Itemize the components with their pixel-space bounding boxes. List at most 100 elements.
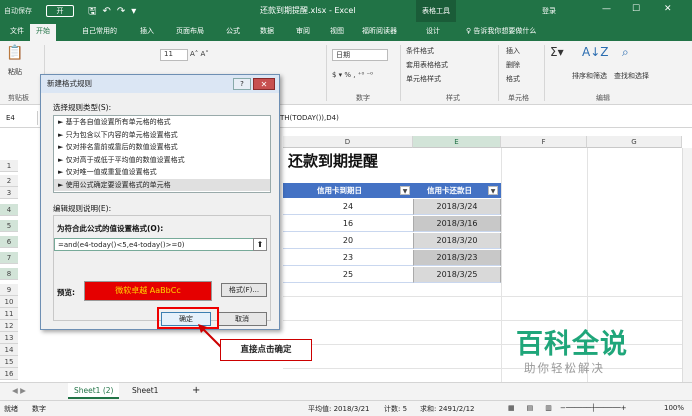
list-item[interactable]: ► 仅对唯一值或重复值设置格式 — [54, 166, 270, 179]
tab-file[interactable]: 文件 — [10, 26, 24, 36]
filter-dropdown-icon[interactable]: ▼ — [488, 186, 498, 195]
vertical-scrollbar[interactable] — [682, 148, 692, 382]
row-header[interactable]: 7 — [0, 252, 18, 264]
row-header[interactable]: 8 — [0, 268, 18, 280]
row-header[interactable]: 4 — [0, 204, 18, 216]
find-select-button[interactable]: 查找和选择 — [614, 71, 649, 81]
column-header-d[interactable]: D — [283, 136, 413, 148]
row-header[interactable]: 3 — [0, 187, 18, 199]
tab-custom[interactable]: 自己常用的 — [82, 26, 117, 36]
format-cells-button[interactable]: 格式 — [506, 74, 520, 84]
list-item[interactable]: ► 基于各自值设置所有单元格的格式 — [54, 116, 270, 129]
font-size-select[interactable]: 11 — [160, 49, 188, 61]
delete-cells-button[interactable]: 删除 — [506, 60, 520, 70]
cell-styles-button[interactable]: 单元格样式 — [406, 74, 441, 84]
tab-formulas[interactable]: 公式 — [226, 26, 240, 36]
quick-access-toolbar[interactable]: 🖫↶↷▾ — [88, 4, 142, 21]
rule-type-label: 选择规则类型(S): — [53, 103, 112, 112]
tab-data[interactable]: 数据 — [260, 26, 274, 36]
column-header-f[interactable]: F — [501, 136, 587, 148]
column-header-g[interactable]: G — [587, 136, 682, 148]
preview-label: 预览: — [57, 288, 75, 297]
table-cell[interactable]: 16 — [283, 216, 413, 232]
font-grow-icon[interactable]: A˄ A˅ — [190, 50, 209, 58]
sheet-tab-sheet1-2[interactable]: Sheet1 (2) — [68, 383, 120, 399]
zoom-slider[interactable]: −──────┼──────+ — [560, 404, 627, 412]
collapse-dialog-icon[interactable]: ⬆ — [253, 238, 267, 251]
list-item[interactable]: ► 只为包含以下内容的单元格设置格式 — [54, 129, 270, 142]
row-header[interactable]: 1 — [0, 160, 18, 172]
column-header-e[interactable]: E — [413, 136, 501, 148]
help-button[interactable]: ? — [233, 78, 251, 90]
dialog-close-button[interactable]: ✕ — [253, 78, 275, 90]
sort-filter-icon[interactable]: A↓Z — [582, 45, 608, 59]
maximize-icon[interactable]: ☐ — [632, 4, 640, 14]
view-mode-icons[interactable]: ▦▤▥ — [508, 404, 564, 412]
formula-field[interactable]: =and(e4-today()<5,e4-today()>=0) — [54, 238, 254, 251]
paste-icon[interactable]: 📋 — [6, 45, 23, 61]
tab-design[interactable]: 设计 — [426, 26, 440, 36]
list-item[interactable]: ► 仅对排名靠前或靠后的数值设置格式 — [54, 141, 270, 154]
row-header[interactable]: 15 — [0, 356, 18, 368]
filter-dropdown-icon[interactable]: ▼ — [400, 186, 410, 195]
login-button[interactable]: 登录 — [542, 6, 556, 16]
format-as-table-button[interactable]: 套用表格格式 — [406, 60, 448, 70]
autosave-toggle[interactable]: 开 — [46, 5, 74, 17]
table-cell[interactable]: 25 — [283, 267, 413, 283]
list-item-selected[interactable]: ► 使用公式确定要设置格式的单元格 — [54, 178, 270, 191]
row-header[interactable]: 14 — [0, 344, 18, 356]
autosum-icon[interactable]: Σ▾ — [550, 45, 564, 59]
row-header[interactable]: 11 — [0, 308, 18, 320]
row-header[interactable]: 5 — [0, 220, 18, 232]
row-header[interactable]: 16 — [0, 368, 18, 380]
format-button[interactable]: 格式(F)... — [221, 283, 267, 297]
editing-group-label: 编辑 — [596, 94, 610, 102]
format-preview: 微软卓越 AaBbCc — [84, 281, 212, 301]
table-cell[interactable]: 24 — [283, 199, 413, 215]
ribbon-divider — [544, 45, 545, 101]
table-cell[interactable]: 2018/3/25 — [413, 267, 501, 283]
tab-foxit[interactable]: 福昕阅读器 — [362, 26, 397, 36]
cells-group-label: 单元格 — [508, 94, 529, 102]
table-cell[interactable]: 20 — [283, 233, 413, 249]
percent-comma-icons[interactable]: $ ▾ % , ⁺⁰ ⁻⁰ — [332, 71, 373, 79]
table-cell[interactable]: 23 — [283, 250, 413, 266]
tab-page-layout[interactable]: 页面布局 — [176, 26, 204, 36]
minimize-icon[interactable]: — — [602, 4, 611, 14]
sheet-nav-arrows[interactable]: ◀ ▶ — [6, 383, 32, 399]
autosave-label: 自动保存 — [4, 7, 32, 15]
table-cell[interactable]: 2018/3/20 — [413, 233, 501, 249]
row-header[interactable]: 10 — [0, 296, 18, 308]
row-header[interactable]: 2 — [0, 175, 18, 187]
row-header[interactable]: 13 — [0, 332, 18, 344]
tab-home[interactable]: 开始 — [30, 24, 56, 41]
list-item[interactable]: ► 仅对高于或低于平均值的数值设置格式 — [54, 154, 270, 167]
zoom-level[interactable]: 100% — [664, 404, 684, 412]
tell-me-search[interactable]: ♀ 告诉我你想要做什么 — [466, 26, 536, 36]
tab-insert[interactable]: 插入 — [140, 26, 154, 36]
conditional-format-button[interactable]: 条件格式 — [406, 46, 434, 56]
title-bar: 自动保存 开 🖫↶↷▾ 还款到期提醒.xlsx - Excel 表格工具 登录 … — [0, 0, 692, 22]
find-select-icon[interactable]: ⌕ — [622, 45, 629, 60]
paste-button[interactable]: 粘贴 — [8, 67, 22, 77]
formula-input[interactable]: TH(TODAY()),D4) — [280, 114, 339, 122]
tab-view[interactable]: 视图 — [330, 26, 344, 36]
sheet-tab-sheet1[interactable]: Sheet1 — [126, 383, 164, 399]
number-format-select[interactable]: 日期 — [332, 49, 388, 61]
table-header-due-date: 信用卡到期日 ▼ — [283, 183, 413, 198]
add-sheet-button[interactable]: + — [186, 383, 206, 399]
table-header-label: 信用卡还款日 — [427, 186, 472, 195]
sort-filter-button[interactable]: 排序和筛选 — [572, 71, 607, 81]
edit-description-label: 编辑规则说明(E): — [53, 204, 112, 213]
table-cell[interactable]: 2018/3/23 — [413, 250, 501, 266]
close-window-icon[interactable]: ✕ — [664, 4, 672, 14]
ribbon-divider — [498, 45, 499, 101]
row-header[interactable]: 9 — [0, 284, 18, 296]
row-header[interactable]: 6 — [0, 236, 18, 248]
table-cell[interactable]: 2018/3/16 — [413, 216, 501, 232]
insert-cells-button[interactable]: 插入 — [506, 46, 520, 56]
name-box[interactable]: E4 — [2, 111, 38, 125]
table-cell[interactable]: 2018/3/24 — [413, 199, 501, 215]
row-header[interactable]: 12 — [0, 320, 18, 332]
tab-review[interactable]: 审阅 — [296, 26, 310, 36]
